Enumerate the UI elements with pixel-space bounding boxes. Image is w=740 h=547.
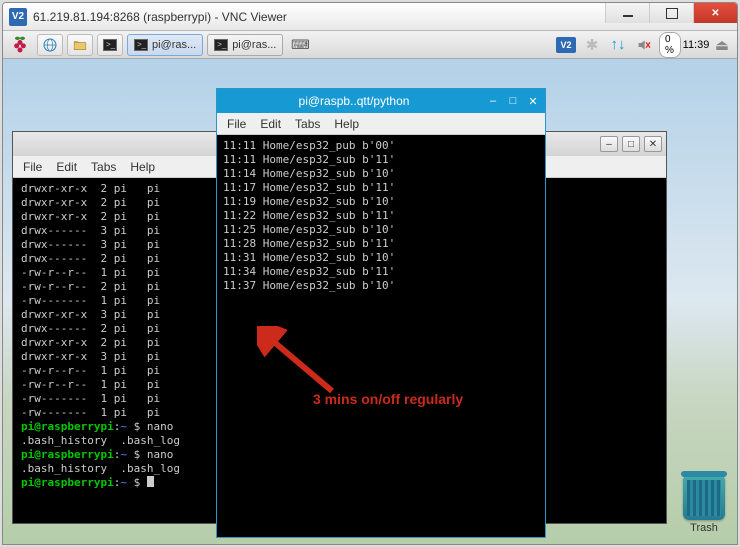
close-button[interactable]: [693, 3, 737, 23]
bluetooth-icon[interactable]: ✱: [581, 34, 603, 56]
file-manager-icon[interactable]: [67, 34, 93, 56]
terminal-icon: >_: [134, 39, 148, 51]
taskbar-item-terminal-1[interactable]: >_ pi@ras...: [127, 34, 203, 56]
vnc-viewer-window: V2 61.219.81.194:8268 (raspberrypi) - VN…: [2, 2, 738, 545]
menu-help[interactable]: Help: [334, 117, 359, 131]
pi-desktop: >_ >_ pi@ras... >_ pi@ras... ⌨ V2 ✱ ↑↓ 0…: [3, 31, 737, 544]
maximize-button[interactable]: [649, 3, 693, 23]
minimize-button[interactable]: –: [600, 136, 618, 152]
menu-help[interactable]: Help: [130, 160, 155, 174]
maximize-button[interactable]: □: [622, 136, 640, 152]
outer-titlebar[interactable]: V2 61.219.81.194:8268 (raspberrypi) - VN…: [3, 3, 737, 31]
menu-tabs[interactable]: Tabs: [295, 117, 320, 131]
close-button[interactable]: ✕: [525, 94, 541, 108]
window-controls: [605, 3, 737, 23]
minimize-button[interactable]: [605, 3, 649, 23]
terminal-icon: >_: [214, 39, 228, 51]
web-browser-icon[interactable]: [37, 34, 63, 56]
maximize-button[interactable]: □: [505, 94, 521, 108]
clock[interactable]: 11:39: [685, 34, 707, 56]
keyboard-icon[interactable]: ⌨: [287, 34, 313, 56]
vnc-app-icon: V2: [9, 8, 27, 26]
taskbar-item-label: pi@ras...: [232, 39, 276, 51]
trash-desktop-icon[interactable]: Trash: [683, 476, 725, 534]
pi-taskbar: >_ >_ pi@ras... >_ pi@ras... ⌨ V2 ✱ ↑↓ 0…: [3, 31, 737, 59]
eject-icon[interactable]: ⏏: [711, 34, 733, 56]
vnc-server-tray-icon[interactable]: V2: [555, 34, 577, 56]
minimize-button[interactable]: –: [485, 94, 501, 108]
terminal-fg-menubar: File Edit Tabs Help: [217, 113, 545, 135]
trash-icon: [683, 476, 725, 520]
menu-tabs[interactable]: Tabs: [91, 160, 116, 174]
raspberry-menu-icon[interactable]: [7, 34, 33, 56]
trash-label: Trash: [683, 522, 725, 534]
menu-edit[interactable]: Edit: [260, 117, 281, 131]
volume-muted-icon[interactable]: [633, 34, 655, 56]
terminal-window-foreground[interactable]: pi@raspb..qtt/python – □ ✕ File Edit Tab…: [216, 88, 546, 538]
cpu-usage-indicator[interactable]: 0 %: [659, 34, 681, 56]
menu-file[interactable]: File: [227, 117, 246, 131]
terminal-launcher-icon[interactable]: >_: [97, 34, 123, 56]
menu-file[interactable]: File: [23, 160, 42, 174]
terminal-fg-title: pi@raspb..qtt/python: [227, 94, 481, 108]
taskbar-item-terminal-2[interactable]: >_ pi@ras...: [207, 34, 283, 56]
terminal-fg-titlebar[interactable]: pi@raspb..qtt/python – □ ✕: [217, 89, 545, 113]
menu-edit[interactable]: Edit: [56, 160, 77, 174]
terminal-fg-body[interactable]: 11:11 Home/esp32_pub b'00' 11:11 Home/es…: [217, 135, 545, 537]
outer-title: 61.219.81.194:8268 (raspberrypi) - VNC V…: [33, 10, 605, 24]
network-icon[interactable]: ↑↓: [607, 34, 629, 56]
taskbar-item-label: pi@ras...: [152, 39, 196, 51]
close-button[interactable]: ✕: [644, 136, 662, 152]
